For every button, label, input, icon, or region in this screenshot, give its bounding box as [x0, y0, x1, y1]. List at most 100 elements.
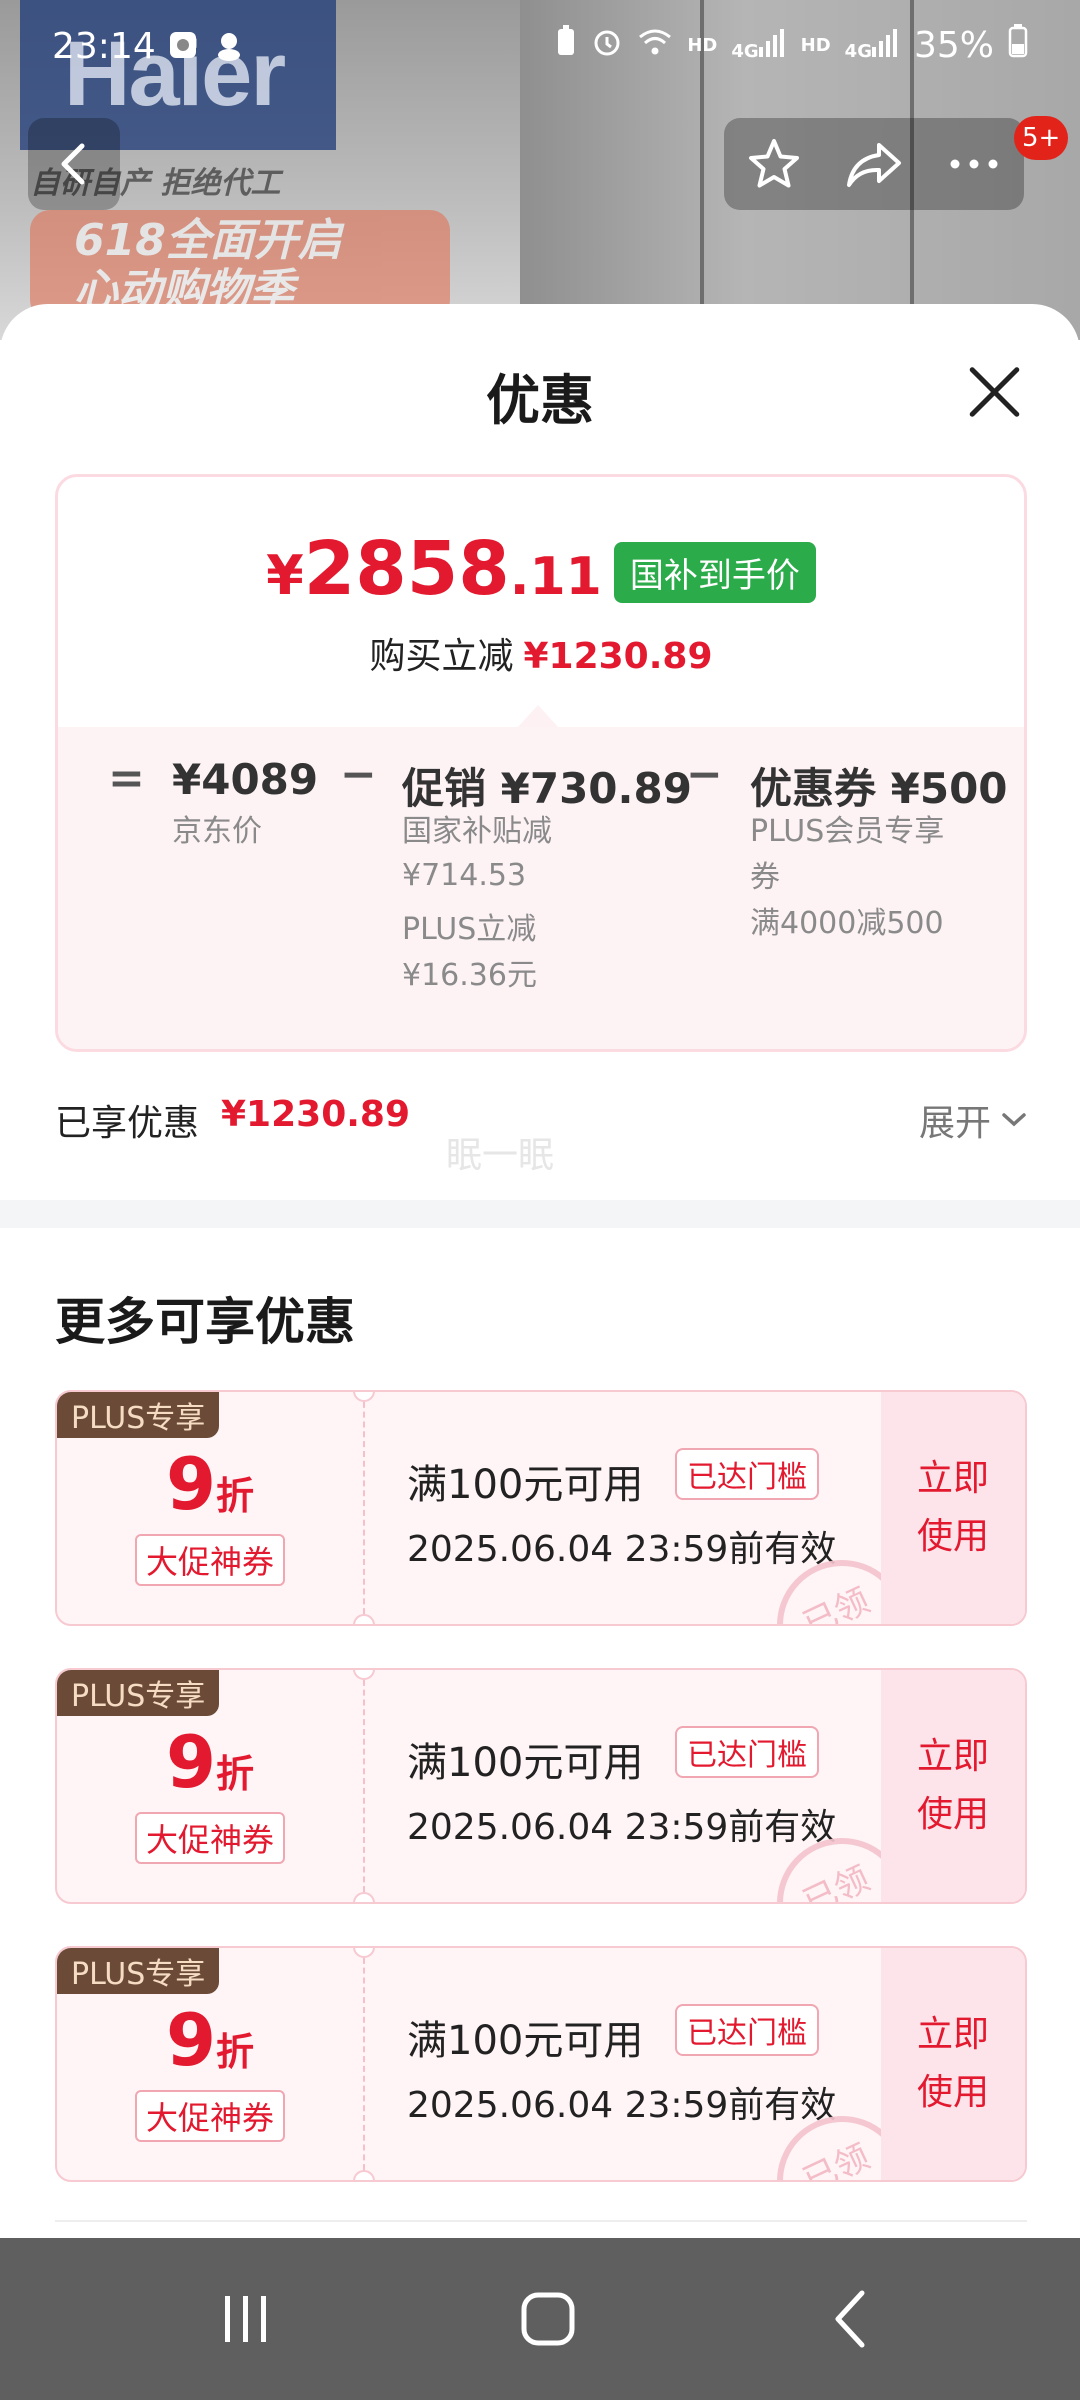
discount-number: 9 [165, 1442, 217, 1526]
screen-record-icon [168, 30, 198, 68]
coupon-card: PLUS专享 9折 大促神券 满100元可用 已达门槛 2025.06.04 2… [55, 1668, 1027, 1904]
promo-line-1: 618全面开启 [74, 215, 342, 266]
app-notification-icon [214, 30, 244, 70]
coupon-detail-1-cont: 券 [750, 860, 780, 895]
discount-unit: 折 [216, 1474, 255, 1518]
use-now-button[interactable]: 立即 使用 [881, 1948, 1025, 2180]
battery-percent: 35% [913, 25, 994, 66]
more-icon [950, 159, 998, 169]
discount-value: 9折 [57, 2000, 363, 2080]
coupon-discount-area: PLUS专享 9折 大促神券 [57, 1392, 363, 1624]
coupon-separator [363, 1670, 365, 1902]
plus-exclusive-tag: PLUS专享 [57, 1392, 220, 1438]
coupon-expiry: 2025.06.04 23:59前有效 [407, 1529, 837, 1570]
final-price-row: ¥2858.11 国补到手价 [58, 529, 1024, 617]
system-nav-bar [0, 2238, 1080, 2400]
back-icon [835, 2290, 865, 2348]
chevron-down-icon [1002, 1113, 1026, 1127]
coupon-value: 优惠券 ¥500 [750, 764, 1008, 813]
coupon-type-tag: 大促神券 [135, 1534, 285, 1586]
section-divider [0, 1200, 1080, 1228]
jd-price-label: 京东价 [172, 814, 262, 849]
coupon-card: PLUS专享 9折 大促神券 满100元可用 已达门槛 2025.06.04 2… [55, 1390, 1027, 1626]
promo-detail-2-amount: ¥16.36元 [402, 958, 537, 993]
coupon-expiry: 2025.06.04 23:59前有效 [407, 1807, 837, 1848]
network-type-2: 4G [844, 41, 872, 62]
share-button[interactable] [834, 124, 914, 204]
coupon-expiry: 2025.06.04 23:59前有效 [407, 2085, 837, 2126]
use-now-line-2: 使用 [916, 1516, 989, 1557]
star-icon [749, 139, 799, 188]
coupon-notch [353, 2170, 375, 2180]
promo-detail-1-amount: ¥714.53 [402, 858, 527, 893]
coupon-condition: 满100元可用 [407, 1740, 644, 1786]
threshold-reached-tag: 已达门槛 [675, 1726, 819, 1778]
more-button[interactable] [934, 124, 1014, 204]
battery-icon [1008, 24, 1028, 67]
sheet-title: 优惠 [486, 369, 594, 432]
status-right-group: HD 4G HD 4G 35% [555, 24, 1028, 67]
plus-exclusive-tag: PLUS专享 [57, 1670, 220, 1716]
plus-exclusive-tag: PLUS专享 [57, 1948, 220, 1994]
coupon-separator [363, 1948, 365, 2180]
watermark: 眠一眠 [446, 1135, 555, 1176]
close-button[interactable] [958, 354, 1034, 430]
signal-icon-1: 4G [731, 25, 786, 66]
list-bottom-divider [55, 2220, 1027, 2222]
system-back-button[interactable] [770, 2238, 930, 2400]
coupon-notch [353, 1892, 375, 1902]
hd-label-1: HD [687, 35, 718, 56]
final-price: ¥2858.11 [266, 529, 602, 617]
status-bar: 23:14 HD 4G HD 4G 35% [0, 0, 1080, 100]
discount-value: 9折 [57, 1444, 363, 1524]
coupon-card: PLUS专享 9折 大促神券 满100元可用 已达门槛 2025.06.04 2… [55, 1946, 1027, 2182]
coupon-discount-area: PLUS专享 9折 大促神券 [57, 1670, 363, 1902]
discount-number: 9 [165, 1720, 217, 1804]
saving-label: 购买立减 [369, 636, 514, 677]
use-now-button[interactable]: 立即 使用 [881, 1392, 1025, 1624]
discount-unit: 折 [216, 2030, 255, 2074]
enjoyed-label: 已享优惠 [55, 1103, 200, 1144]
use-now-line-1: 立即 [916, 1458, 989, 1499]
gov-subsidy-tag: 国补到手价 [613, 542, 816, 603]
home-icon [521, 2292, 575, 2346]
minus-sign-1: − [340, 749, 377, 800]
hd-label-2: HD [800, 35, 831, 56]
coupon-discount-area: PLUS专享 9折 大促神券 [57, 1948, 363, 2180]
use-now-line-1: 立即 [916, 1736, 989, 1777]
network-type-1: 4G [731, 41, 759, 62]
home-button[interactable] [468, 2238, 628, 2400]
coupon-notch [353, 1614, 375, 1624]
favorite-button[interactable] [734, 124, 814, 204]
recent-apps-button[interactable] [166, 2238, 326, 2400]
breakdown-caret [518, 705, 558, 727]
saving-amount: ¥1230.89 [523, 636, 713, 677]
coupon-detail-1: PLUS会员专享 [750, 814, 945, 849]
price-breakdown: = ¥4089 京东价 − 促销 ¥730.89 国家补贴减 ¥714.53 P… [58, 727, 1024, 1049]
threshold-reached-tag: 已达门槛 [675, 2004, 819, 2056]
status-time: 23:14 [52, 26, 156, 67]
cart-badge: 5+ [1014, 116, 1069, 160]
expand-label: 展开 [918, 1103, 991, 1144]
threshold-reached-tag: 已达门槛 [675, 1448, 819, 1500]
final-price-section: ¥2858.11 国补到手价 购买立减 ¥1230.89 [58, 477, 1024, 725]
price-currency: ¥ [266, 544, 304, 607]
coupon-type-tag: 大促神券 [135, 1812, 285, 1864]
wifi-icon [637, 25, 673, 66]
discount-number: 9 [165, 1998, 217, 2082]
coupon-detail-2: 满4000减500 [750, 906, 944, 941]
back-button[interactable] [28, 118, 120, 210]
chevron-left-icon [61, 143, 85, 185]
battery-saver-icon [555, 25, 577, 66]
use-now-line-1: 立即 [916, 2014, 989, 2055]
use-now-line-2: 使用 [916, 1794, 989, 1835]
expand-button[interactable]: 展开 [919, 1094, 1027, 1146]
top-action-group [724, 118, 1024, 210]
more-discounts-title: 更多可享优惠 [55, 1293, 355, 1351]
price-integer: 2858 [303, 526, 510, 612]
alarm-icon [591, 25, 623, 66]
jd-price-value: ¥4089 [172, 755, 319, 804]
use-now-button[interactable]: 立即 使用 [881, 1670, 1025, 1902]
price-decimal: .11 [509, 547, 602, 607]
coupon-condition: 满100元可用 [407, 1462, 644, 1508]
